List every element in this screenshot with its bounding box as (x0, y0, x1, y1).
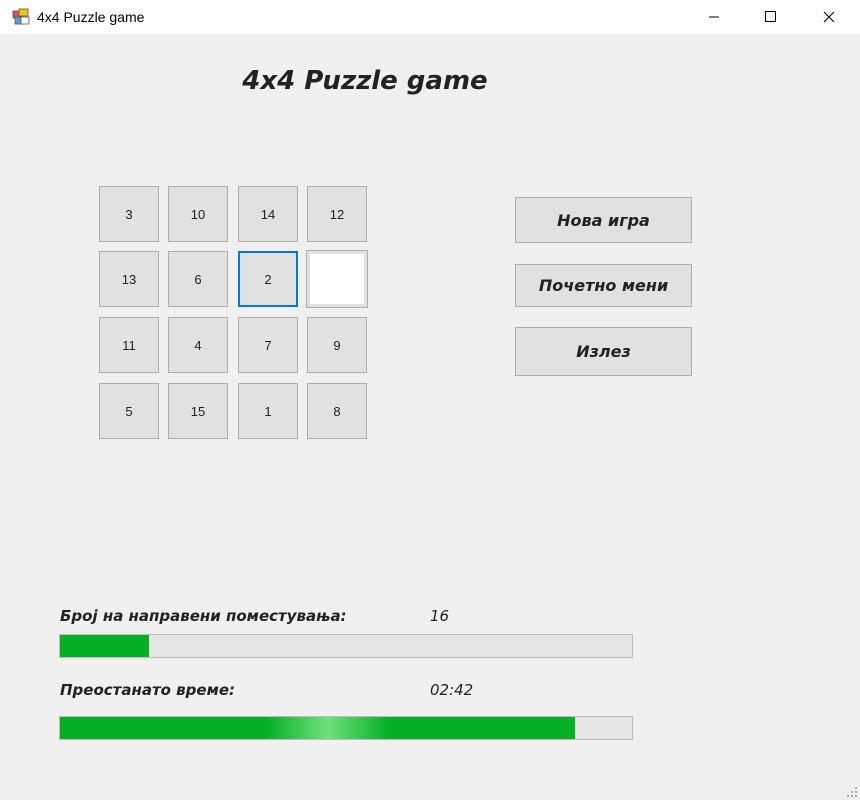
puzzle-tile[interactable]: 1 (238, 383, 298, 439)
puzzle-tile[interactable]: 12 (307, 186, 367, 242)
minimize-button[interactable] (685, 0, 743, 34)
window-title: 4x4 Puzzle game (37, 9, 145, 25)
resize-grip-icon[interactable] (846, 786, 858, 798)
puzzle-tile[interactable]: 13 (99, 251, 159, 307)
moves-label: Број на направени поместувања: (60, 607, 347, 625)
exit-button[interactable]: Излез (515, 327, 692, 376)
puzzle-tile-empty[interactable] (307, 251, 367, 307)
game-title: 4x4 Puzzle game (242, 66, 488, 96)
moves-value: 16 (430, 607, 450, 625)
puzzle-tile[interactable]: 6 (168, 251, 228, 307)
time-label: Преостанато време: (60, 681, 236, 699)
new-game-button[interactable]: Нова игра (515, 197, 692, 243)
maximize-button[interactable] (743, 0, 801, 34)
puzzle-tile[interactable]: 3 (99, 186, 159, 242)
puzzle-tile[interactable]: 2 (238, 251, 298, 307)
app-window: 4x4 Puzzle game 4x4 Puzzle game 3 10 14 12 1… (0, 0, 860, 800)
moves-progress-fill (60, 635, 149, 657)
close-icon (823, 11, 835, 23)
app-icon (12, 8, 30, 26)
main-menu-button[interactable]: Почетно мени (515, 264, 692, 307)
close-button[interactable] (801, 0, 859, 34)
time-progress-bar (59, 716, 633, 740)
puzzle-tile[interactable]: 9 (307, 317, 367, 373)
puzzle-tile[interactable]: 11 (99, 317, 159, 373)
moves-progress-bar (59, 634, 633, 658)
puzzle-tile[interactable]: 5 (99, 383, 159, 439)
maximize-icon (765, 11, 776, 22)
puzzle-tile[interactable]: 14 (238, 186, 298, 242)
puzzle-tile[interactable]: 10 (168, 186, 228, 242)
time-progress-fill (60, 717, 575, 739)
title-bar: 4x4 Puzzle game (0, 0, 860, 34)
puzzle-tile[interactable]: 8 (307, 383, 367, 439)
puzzle-tile[interactable]: 7 (238, 317, 298, 373)
puzzle-tile[interactable]: 15 (168, 383, 228, 439)
time-value: 02:42 (430, 681, 474, 699)
puzzle-tile[interactable]: 4 (168, 317, 228, 373)
minimize-icon (709, 16, 719, 18)
